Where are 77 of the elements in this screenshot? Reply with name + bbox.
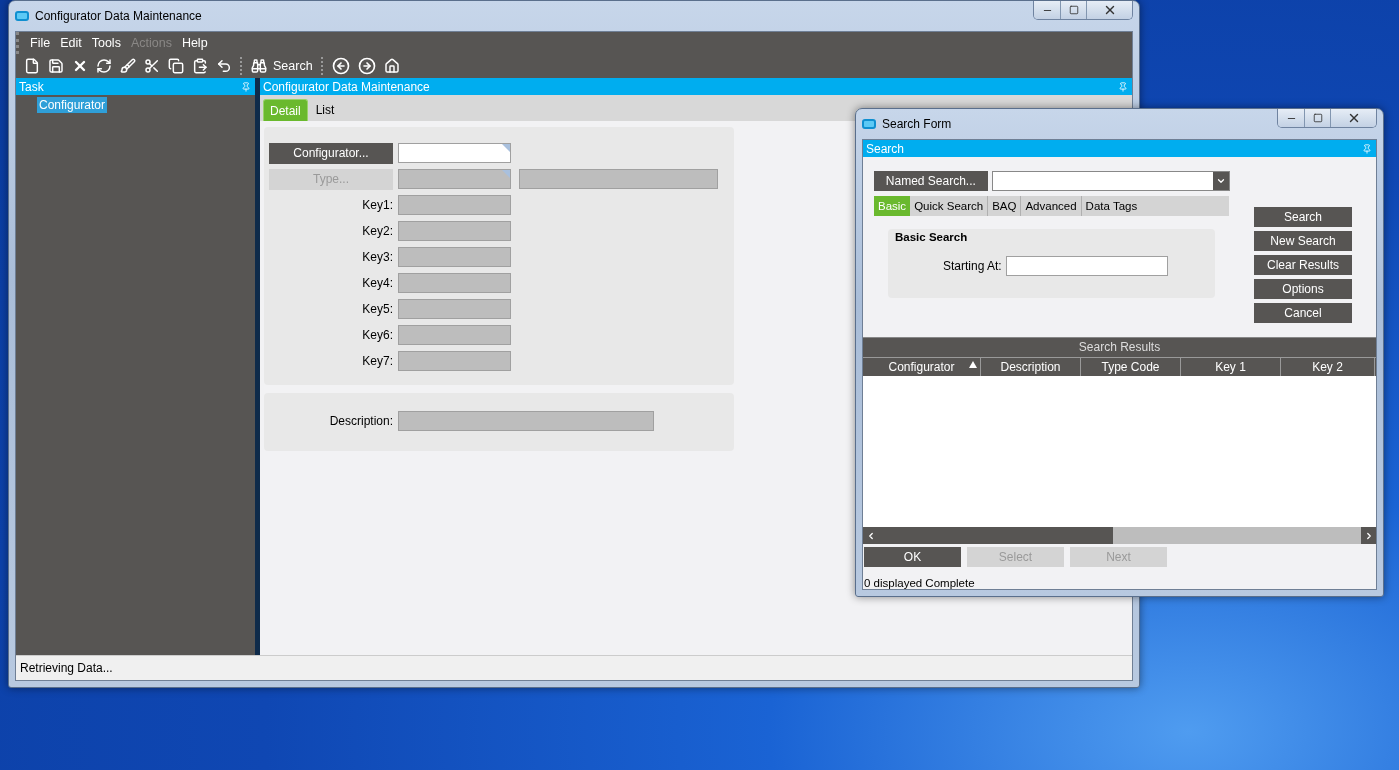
named-search-dropdown[interactable] — [991, 171, 1230, 191]
toolbar-button[interactable] — [72, 58, 88, 74]
paste-icon — [192, 58, 208, 74]
tab[interactable]: BAQ — [987, 196, 1021, 216]
new-document-icon — [24, 58, 40, 74]
field-label: Key1: — [361, 198, 393, 212]
toolbar-button[interactable] — [168, 58, 184, 74]
undo-icon — [216, 58, 232, 74]
pin-icon[interactable] — [241, 81, 251, 92]
maximize-icon — [1312, 113, 1323, 123]
input-field[interactable] — [1005, 256, 1168, 276]
tab[interactable]: Advanced — [1020, 196, 1081, 216]
close-button[interactable] — [1086, 1, 1132, 19]
copy-icon — [168, 58, 184, 74]
field-label: Key7: — [361, 354, 393, 368]
save-icon — [48, 58, 64, 74]
named-search-button[interactable]: Named Search... — [874, 171, 988, 191]
minimize-button[interactable] — [1278, 109, 1304, 127]
field-label: Key3: — [361, 250, 393, 264]
status-text: 0 displayed Complete — [864, 577, 976, 589]
panel-title: Search — [866, 141, 905, 156]
lookup-button[interactable]: Configurator... — [269, 142, 393, 164]
pin-icon[interactable] — [1118, 81, 1128, 92]
tab[interactable]: Data Tags — [1080, 196, 1142, 216]
maximize-button[interactable] — [1060, 1, 1086, 19]
panel-title: Configurator Data Maintenance — [263, 79, 430, 94]
footer-button[interactable]: OK — [864, 547, 961, 567]
menu-item[interactable]: Help — [176, 36, 213, 50]
scissors-icon — [144, 58, 160, 74]
action-button[interactable]: New Search — [1254, 231, 1352, 251]
field-label: Key2: — [361, 224, 393, 238]
binoculars-icon — [251, 58, 267, 74]
results-title: Search Results — [1078, 340, 1161, 354]
brush-icon — [120, 58, 136, 74]
close-button[interactable] — [1330, 109, 1376, 127]
toolbar-button[interactable] — [216, 58, 232, 74]
maximize-icon — [1068, 5, 1079, 15]
toolbar-button[interactable] — [120, 58, 136, 74]
toolbar-button[interactable] — [331, 57, 350, 75]
app-icon — [15, 11, 29, 21]
action-button[interactable]: Cancel — [1254, 303, 1352, 323]
toolbar-button[interactable] — [383, 58, 400, 74]
horizontal-scrollbar[interactable] — [863, 527, 1376, 544]
action-button[interactable]: Clear Results — [1254, 255, 1352, 275]
menu-item[interactable]: Edit — [55, 36, 87, 50]
field-label: Description: — [328, 414, 393, 428]
window-title: Search Form — [882, 117, 953, 131]
action-button[interactable]: Search — [1254, 207, 1352, 227]
window-title: Configurator Data Maintenance — [35, 9, 203, 23]
toolbar-button[interactable] — [96, 58, 112, 74]
field-label: Key5: — [361, 302, 393, 316]
refresh-icon — [96, 58, 112, 74]
field-label: Starting At: — [943, 259, 1002, 273]
field-label: Key4: — [361, 276, 393, 290]
pin-icon[interactable] — [1362, 143, 1372, 154]
action-button[interactable]: Options — [1254, 279, 1352, 299]
home-icon — [383, 58, 400, 74]
input-field[interactable] — [398, 143, 511, 163]
minimize-button[interactable] — [1034, 1, 1060, 19]
field-label: Key6: — [361, 328, 393, 342]
toolbar-button[interactable] — [24, 58, 40, 74]
status-text: Retrieving Data... — [20, 661, 113, 675]
maximize-button[interactable] — [1304, 109, 1330, 127]
group-title: Basic Search — [895, 231, 969, 243]
dropdown-caret-icon — [1216, 176, 1226, 186]
toolbar-button[interactable] — [144, 58, 160, 74]
tab[interactable]: Quick Search — [910, 196, 988, 216]
delete-icon — [72, 58, 88, 74]
app-icon — [862, 119, 876, 129]
panel-title: Task — [19, 79, 44, 94]
menu-item[interactable]: File — [25, 36, 56, 50]
toolbar-button[interactable] — [357, 57, 376, 75]
search-button[interactable]: Search — [251, 58, 313, 74]
menu-item[interactable]: Tools — [86, 36, 126, 50]
toolbar-button[interactable] — [192, 58, 208, 74]
toolbar-button[interactable] — [48, 58, 64, 74]
tab[interactable]: List — [309, 99, 341, 121]
